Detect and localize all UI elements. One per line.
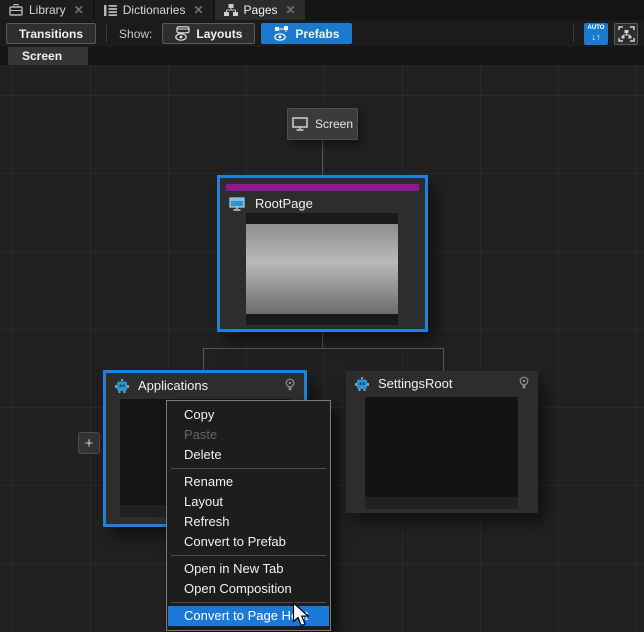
layouts-label: Layouts bbox=[196, 27, 242, 41]
list-icon bbox=[104, 5, 117, 16]
tab-label: Pages bbox=[244, 3, 278, 17]
close-icon[interactable]: ✕ bbox=[74, 3, 84, 17]
monitor-icon bbox=[292, 117, 308, 131]
lightbulb-icon[interactable] bbox=[519, 376, 529, 391]
hierarchy-icon bbox=[224, 4, 238, 16]
node-label: RootPage bbox=[255, 196, 313, 211]
add-page-button[interactable]: + bbox=[78, 432, 100, 454]
fit-view-button[interactable] bbox=[614, 23, 638, 45]
rootpage-thumbnail bbox=[246, 213, 398, 325]
auto-label: AUTO bbox=[588, 25, 605, 32]
menu-item-layout[interactable]: Layout bbox=[168, 492, 329, 512]
tab-screen-composition[interactable]: Screen bbox=[8, 47, 88, 65]
node-label: SettingsRoot bbox=[378, 376, 452, 391]
node-screen[interactable]: Screen bbox=[287, 108, 358, 140]
auto-sync-icon: ↓↑ bbox=[592, 32, 601, 42]
tab-label: Library bbox=[29, 3, 66, 17]
tab-pages[interactable]: Pages ✕ bbox=[215, 0, 305, 20]
settingsroot-thumbnail bbox=[365, 397, 518, 509]
prefab-robot-icon bbox=[355, 377, 369, 391]
connector-drop-applications bbox=[203, 348, 204, 370]
node-title-row: SettingsRoot bbox=[346, 371, 538, 393]
pages-editor-window: Library ✕ Dictionaries ✕ Pages ✕ bbox=[0, 0, 644, 632]
rootpage-accent-bar bbox=[226, 184, 419, 191]
menu-item-copy[interactable]: Copy bbox=[168, 405, 329, 425]
menu-item-delete[interactable]: Delete bbox=[168, 445, 329, 465]
show-label: Show: bbox=[119, 27, 152, 41]
thumbnail-bottom-strip bbox=[365, 497, 518, 509]
toolbar-separator bbox=[573, 25, 574, 42]
tab-dictionaries[interactable]: Dictionaries ✕ bbox=[95, 0, 213, 20]
prefab-eye-icon bbox=[274, 26, 290, 41]
menu-item-rename[interactable]: Rename bbox=[168, 472, 329, 492]
connector-screen-rootpage bbox=[322, 140, 323, 175]
layout-eye-icon bbox=[175, 26, 191, 41]
menu-item-paste: Paste bbox=[168, 425, 329, 445]
menu-item-open-in-new-tab[interactable]: Open in New Tab bbox=[168, 559, 329, 579]
node-label: Screen bbox=[315, 117, 353, 131]
transitions-button[interactable]: Transitions bbox=[6, 23, 96, 44]
mouse-cursor-icon bbox=[292, 602, 310, 628]
thumbnail-preview bbox=[365, 397, 518, 497]
page-graph-canvas[interactable]: Screen RootPage + bbox=[0, 65, 644, 632]
page-monitor-icon bbox=[229, 197, 246, 211]
node-title-row: RootPage bbox=[220, 191, 425, 213]
prefabs-label: Prefabs bbox=[295, 27, 339, 41]
thumbnail-top-strip bbox=[246, 213, 398, 224]
context-menu: Copy Paste Delete Rename Layout Refresh … bbox=[166, 400, 331, 631]
composition-tabbar: Screen bbox=[0, 47, 644, 65]
node-label: Applications bbox=[138, 378, 208, 393]
menu-item-refresh[interactable]: Refresh bbox=[168, 512, 329, 532]
menu-item-convert-to-prefab[interactable]: Convert to Prefab bbox=[168, 532, 329, 552]
thumbnail-preview bbox=[246, 224, 398, 314]
tab-label: Dictionaries bbox=[123, 3, 186, 17]
briefcase-icon bbox=[9, 4, 23, 16]
auto-layout-button[interactable]: AUTO ↓↑ bbox=[584, 23, 608, 45]
node-title-row: Applications bbox=[106, 373, 304, 395]
close-icon[interactable]: ✕ bbox=[286, 3, 296, 17]
menu-item-open-composition[interactable]: Open Composition bbox=[168, 579, 329, 599]
toolbar: Transitions Show: Layouts Prefabs bbox=[0, 20, 644, 47]
close-icon[interactable]: ✕ bbox=[193, 3, 203, 17]
thumbnail-bottom-strip bbox=[246, 314, 398, 325]
toolbar-separator bbox=[106, 25, 107, 42]
connector-drop-settingsroot bbox=[443, 348, 444, 372]
menu-separator bbox=[171, 468, 326, 469]
fit-view-icon bbox=[618, 26, 635, 42]
menu-separator bbox=[171, 555, 326, 556]
node-rootpage[interactable]: RootPage bbox=[217, 175, 428, 332]
prefabs-toggle-button[interactable]: Prefabs bbox=[261, 23, 352, 44]
document-tabbar: Library ✕ Dictionaries ✕ Pages ✕ bbox=[0, 0, 644, 20]
prefab-robot-icon bbox=[115, 379, 129, 393]
connector-rootpage-stub bbox=[322, 332, 323, 348]
node-settingsroot[interactable]: SettingsRoot bbox=[346, 371, 538, 513]
tab-library[interactable]: Library ✕ bbox=[0, 0, 93, 20]
lightbulb-icon[interactable] bbox=[285, 378, 295, 393]
layouts-toggle-button[interactable]: Layouts bbox=[162, 23, 255, 44]
connector-branch bbox=[203, 348, 444, 349]
